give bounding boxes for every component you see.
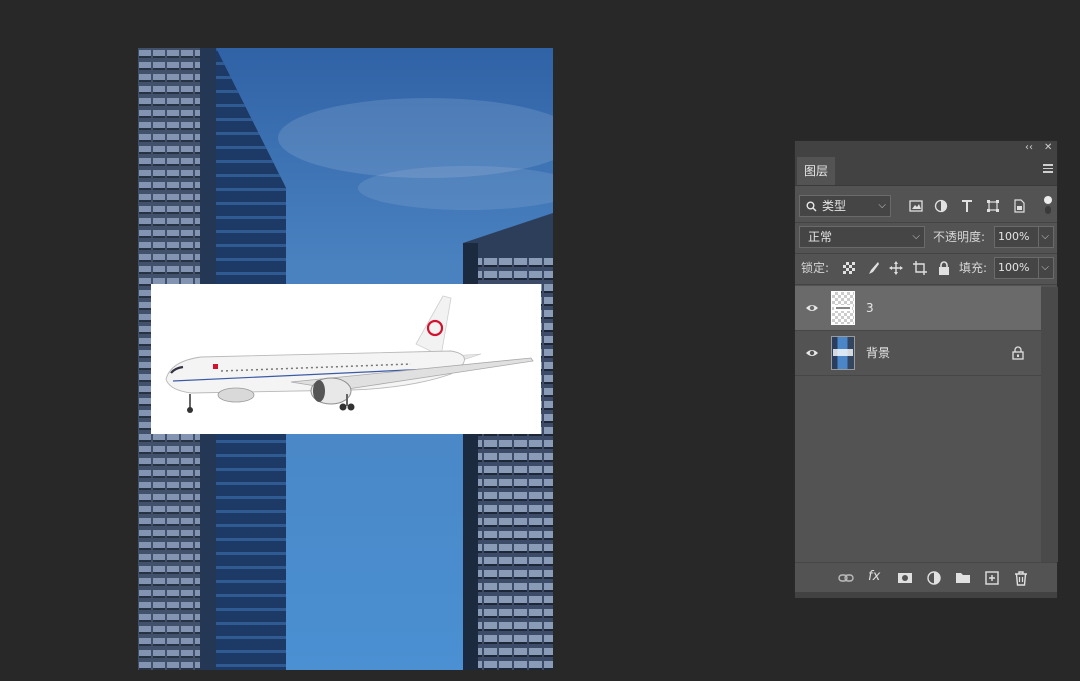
filter-kind-dropdown[interactable]: 类型 ⌵ [799,195,891,217]
link-layers-icon[interactable] [838,570,854,586]
adjustment-layer-icon[interactable] [926,570,942,586]
new-group-icon[interactable] [955,570,971,586]
layer-thumbnail [831,291,855,325]
delete-icon[interactable] [1013,570,1029,586]
search-icon [806,201,817,212]
add-mask-icon[interactable] [897,570,913,586]
visibility-eye-icon[interactable] [805,346,819,360]
blend-mode-dropdown[interactable]: 正常 ⌵ [799,226,925,248]
filter-row: 类型 ⌵ [795,195,1057,217]
close-panel-button[interactable]: ✕ [1044,141,1052,155]
fill-label: 填充: [959,261,988,275]
visibility-eye-icon[interactable] [805,301,819,315]
smart-object-icon[interactable] [1012,199,1026,213]
lock-label: 锁定: [801,261,830,275]
panel-resize-handle[interactable] [795,592,1057,598]
chevron-down-icon: ⌵ [878,200,886,211]
fill-value: 100% [998,261,1030,274]
lock-paint-icon[interactable] [866,261,880,275]
lock-all-icon[interactable] [937,261,951,275]
collapse-panel-button[interactable]: ‹‹ [1025,141,1033,155]
layer-row-3[interactable]: 3 [795,286,1041,331]
layer-row-background[interactable]: 背景 [795,331,1041,376]
panel-tab-bar: 图层 [795,155,1057,186]
blend-mode-value: 正常 [808,230,833,244]
tab-layers[interactable]: 图层 [797,157,835,185]
opacity-field[interactable]: 100% ⌵ [994,226,1054,248]
panel-titlebar: ‹‹ ✕ [795,141,1057,155]
chevron-down-icon[interactable]: ⌵ [1041,258,1049,278]
layer-lock-icon[interactable] [1012,346,1024,360]
lock-artboard-icon[interactable] [913,261,927,275]
opacity-label: 不透明度: [933,230,986,244]
filter-toggle-switch[interactable] [1043,195,1053,215]
opacity-value: 100% [998,230,1030,243]
airplane-graphic [165,295,534,413]
lock-transparent-icon[interactable] [842,261,856,275]
shape-transform-icon[interactable] [986,199,1000,213]
lock-position-icon[interactable] [889,261,903,275]
chevron-down-icon: ⌵ [912,231,920,242]
layers-footer-toolbar: fx [795,562,1057,593]
panel-menu-icon[interactable] [1043,164,1053,174]
new-layer-icon[interactable] [984,570,1000,586]
fx-icon[interactable]: fx [868,569,880,584]
filter-kind-value: 类型 [822,199,847,213]
document-canvas[interactable] [138,48,553,670]
adjustment-circle-icon[interactable] [934,199,948,213]
image-icon[interactable] [909,199,923,213]
layers-scrollbar[interactable] [1041,287,1058,562]
plane-layer-image[interactable] [151,284,541,434]
blend-row: 正常 ⌵ 不透明度: 100% ⌵ [795,226,1057,248]
layer-name[interactable]: 背景 [866,331,890,375]
type-icon[interactable] [960,199,974,213]
lock-row: 锁定: 填充: 100% ⌵ [795,257,1057,279]
chevron-down-icon[interactable]: ⌵ [1041,227,1049,247]
layer-name[interactable]: 3 [866,286,874,330]
layers-panel: ‹‹ ✕ 图层 类型 ⌵ 正常 ⌵ 不透明度: 100% ⌵ 锁定: 填充: 1… [794,140,1058,598]
fill-field[interactable]: 100% ⌵ [994,257,1054,279]
layer-thumbnail [831,336,855,370]
